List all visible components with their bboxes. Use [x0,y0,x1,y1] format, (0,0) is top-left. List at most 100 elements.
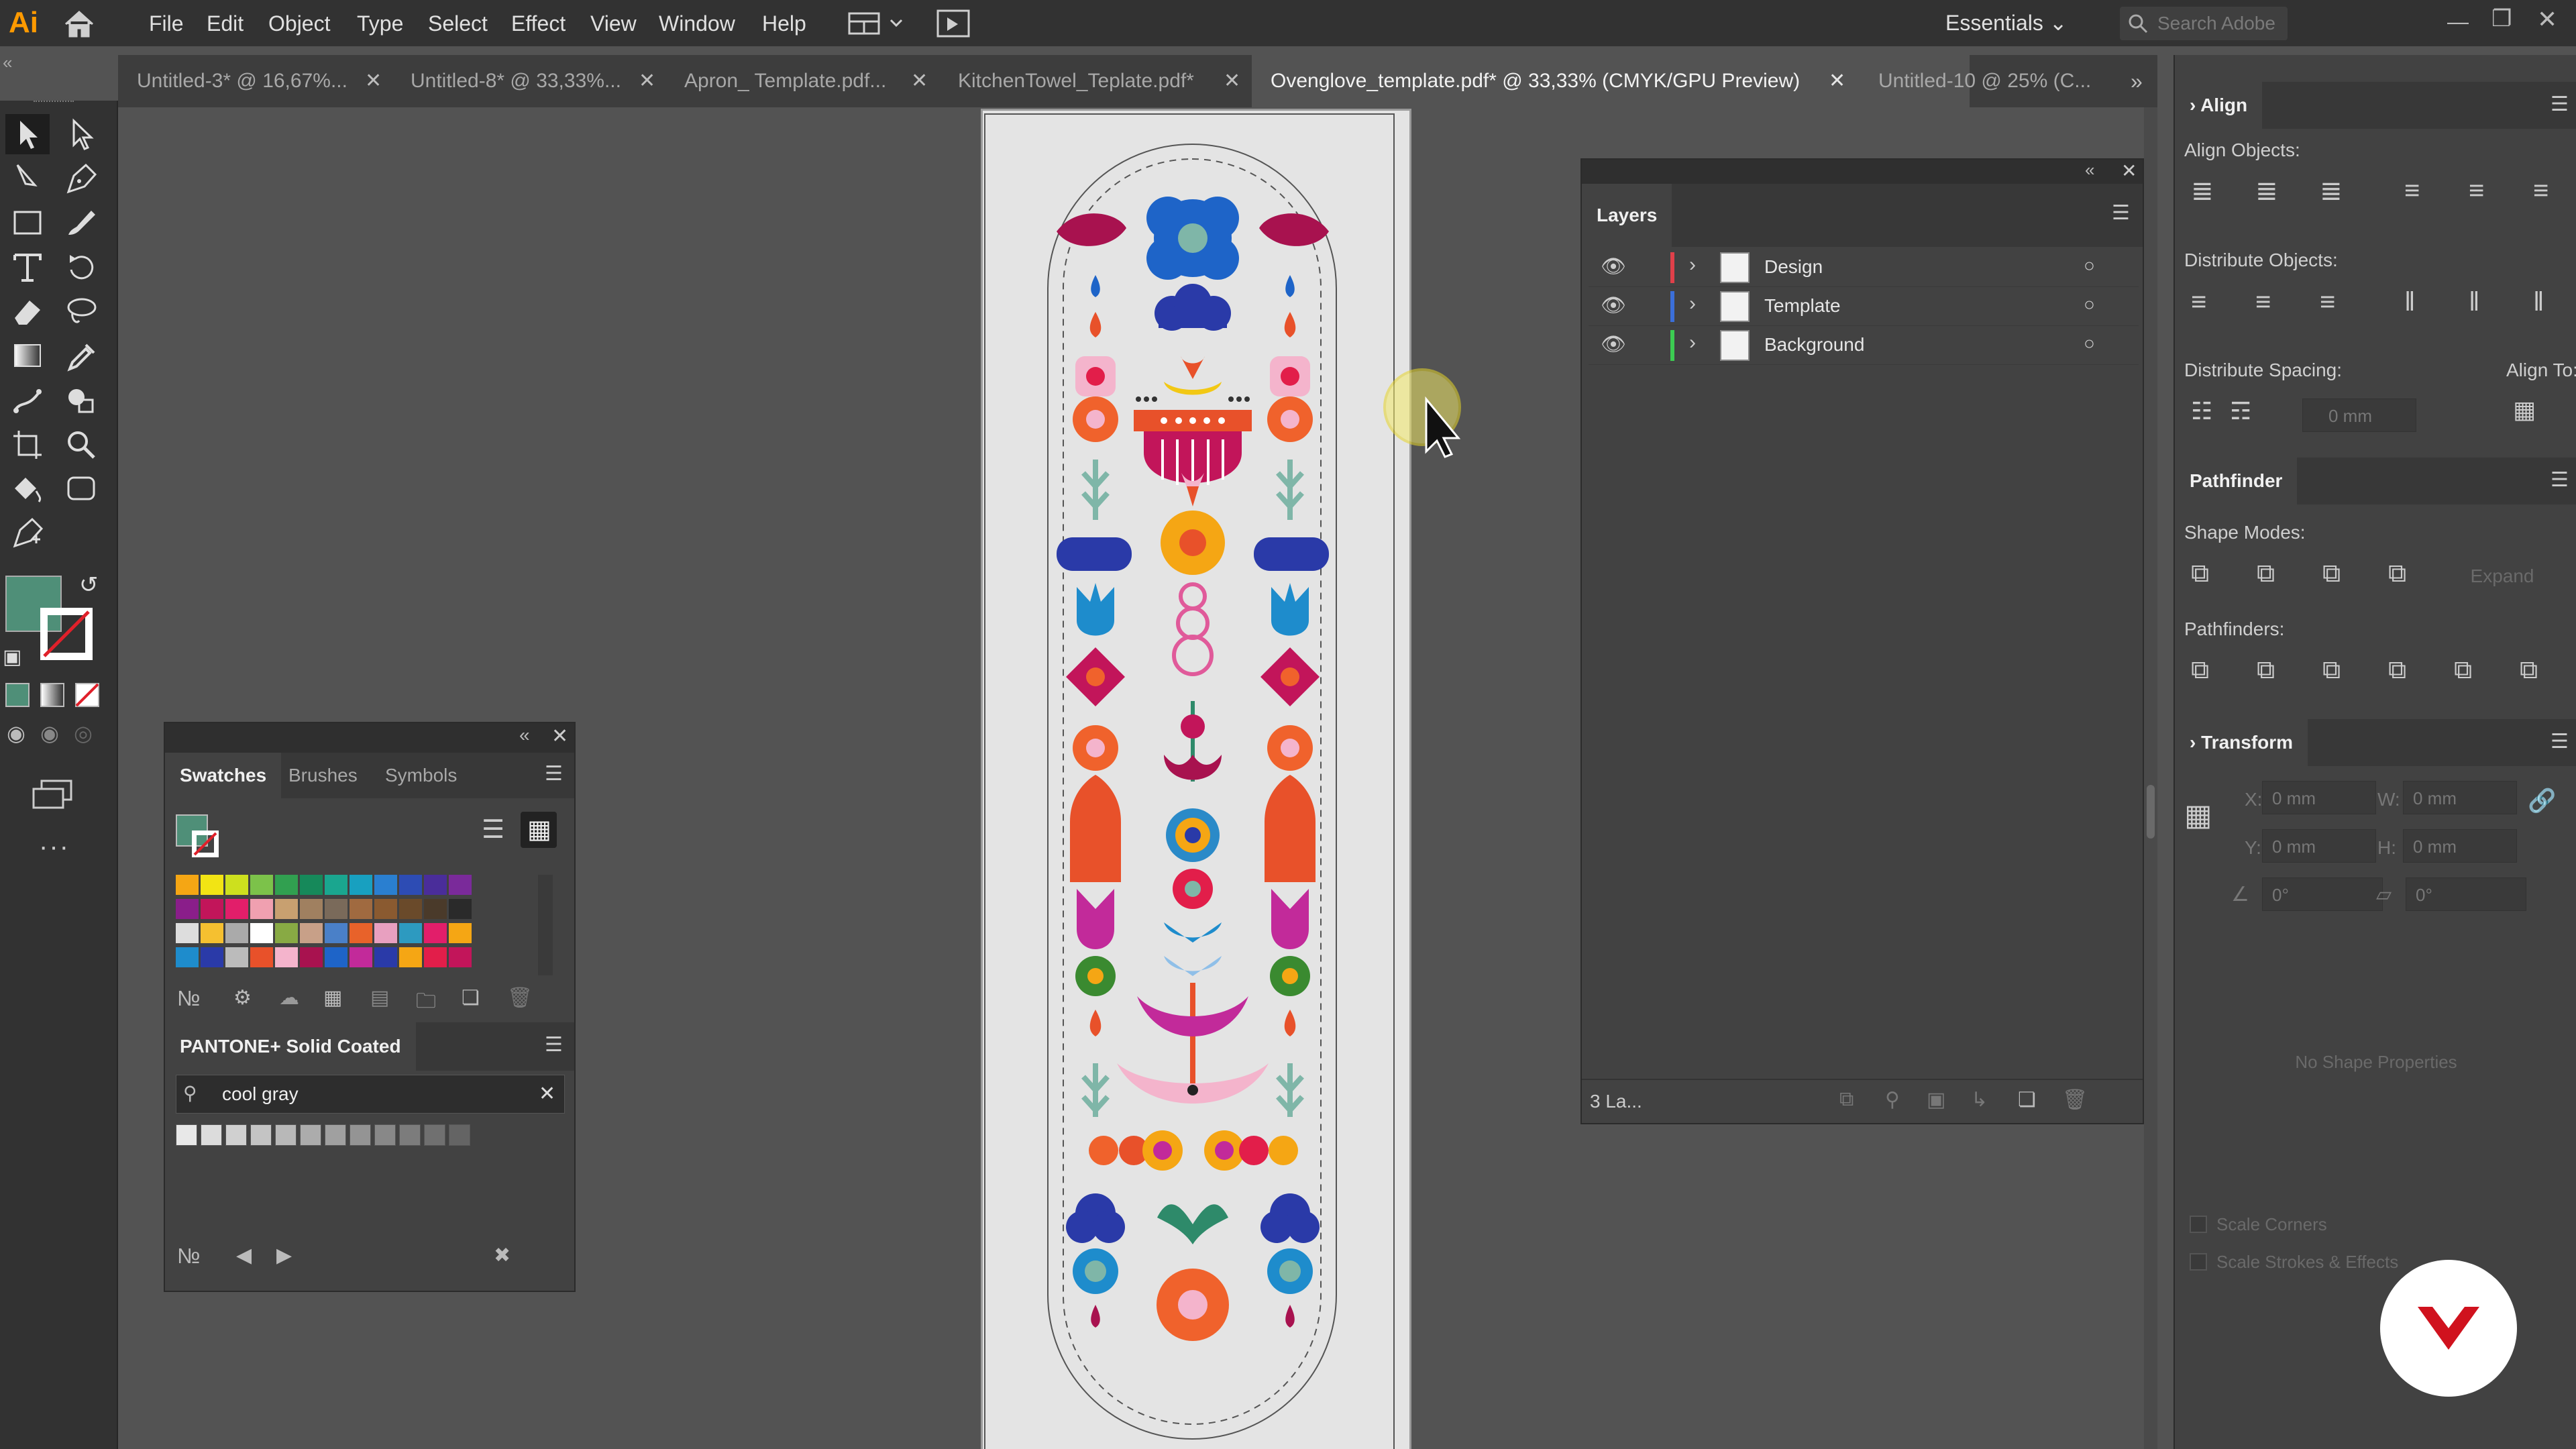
color-swatch[interactable] [374,947,397,967]
panel-menu-icon[interactable]: ☰ [545,762,563,786]
collapse-panel-icon[interactable]: « [2085,160,2094,180]
color-swatch[interactable] [176,899,199,919]
shear-field[interactable]: 0° [2406,877,2526,911]
none-mode-icon[interactable] [75,683,99,707]
color-swatch[interactable] [399,947,422,967]
puppet-warp-tool-icon[interactable] [5,380,50,420]
trim-icon[interactable]: ⧉ [2257,656,2275,685]
pantone-swatch[interactable] [300,1124,321,1146]
gpu-performance-icon[interactable] [935,8,971,39]
layer-name[interactable]: Design [1764,256,1823,278]
eyedropper-tool-icon[interactable] [59,335,103,376]
target-icon[interactable]: ○ [2084,255,2095,276]
align-to-selection-icon[interactable]: ▦ [2513,396,2536,424]
zoom-tool-icon[interactable] [59,424,103,464]
stroke-none-swatch[interactable] [40,608,93,660]
minimize-icon[interactable]: — [2447,9,2469,34]
color-swatch[interactable] [300,899,323,919]
scale-strokes-checkbox[interactable] [2190,1253,2207,1271]
align-vertical-center-icon[interactable]: ≡ [2469,176,2484,206]
tab-close-icon[interactable]: ✕ [1829,55,1845,107]
lasso-tool-icon[interactable] [59,291,103,331]
layer-row[interactable]: 👁 › Template ○ [1589,287,2139,326]
vertical-distribute-space-icon[interactable]: ☷ [2191,397,2212,425]
close-panel-icon[interactable]: ✕ [551,724,568,748]
library-options-icon[interactable]: ✖ [494,1244,511,1267]
pantone-swatch[interactable] [350,1124,371,1146]
pantone-swatch[interactable] [399,1124,421,1146]
new-layer-icon[interactable]: ❏ [2018,1088,2036,1112]
tab-close-icon[interactable]: ✕ [639,55,655,107]
color-swatch[interactable] [350,875,372,895]
color-swatch[interactable] [275,947,298,967]
spacing-field[interactable]: 0 mm [2302,398,2416,432]
list-view-icon[interactable]: ☰ [482,814,504,845]
panel-menu-icon[interactable]: ☰ [2551,730,2569,753]
target-icon[interactable]: ○ [2084,333,2095,354]
minus-front-icon[interactable]: ⧉ [2257,559,2275,588]
menu-edit[interactable]: Edit [207,9,244,38]
pantone-swatch[interactable] [325,1124,346,1146]
color-swatch[interactable] [250,947,273,967]
color-swatch[interactable] [201,875,223,895]
panel-menu-icon[interactable]: ☰ [2551,93,2569,116]
canvas-scrollbar[interactable] [2144,107,2157,1449]
align-right-icon[interactable]: ≣ [2320,176,2343,207]
new-folder-icon[interactable]: 🗀 [416,986,436,1020]
color-swatch[interactable] [424,899,447,919]
tab-untitled-8[interactable]: Untitled-8* @ 33,33%... [392,55,653,107]
swatch-scrollbar[interactable] [538,875,553,975]
edit-toolbar-icon[interactable]: ··· [39,832,70,862]
target-icon[interactable]: ○ [2084,294,2095,315]
color-swatch[interactable] [176,923,199,943]
color-swatch[interactable] [449,875,472,895]
toolbar-grip[interactable] [34,101,74,105]
divide-icon[interactable]: ⧉ [2191,656,2209,685]
menu-help[interactable]: Help [762,9,806,38]
current-stroke-swatch[interactable] [192,830,219,857]
color-swatch[interactable] [325,947,347,967]
tab-pantone[interactable]: PANTONE+ Solid Coated [165,1022,416,1071]
color-swatch[interactable] [225,875,248,895]
swatch-options-icon[interactable]: ▦ [323,986,342,1010]
align-top-icon[interactable]: ≡ [2404,176,2420,206]
pantone-swatch[interactable] [449,1124,470,1146]
swatch-libraries-icon[interactable]: № [177,986,200,1011]
change-screen-mode-icon[interactable] [31,778,75,812]
pantone-swatch[interactable] [424,1124,445,1146]
panel-menu-icon[interactable]: ☰ [545,1033,563,1057]
eraser-tool-icon[interactable] [5,291,50,331]
collect-export-icon[interactable]: ⧉ [1839,1088,1854,1111]
color-swatch[interactable] [325,899,347,919]
clear-search-icon[interactable]: ✕ [539,1082,555,1106]
color-swatch[interactable] [201,923,223,943]
color-swatch[interactable] [399,923,422,943]
outline-icon[interactable]: ⧉ [2454,656,2472,685]
x-field[interactable]: 0 mm [2262,781,2376,814]
visibility-eye-icon[interactable]: 👁 [1601,333,1626,356]
show-kinds-icon[interactable]: ⚙ [233,986,252,1010]
color-swatch[interactable] [449,923,472,943]
menu-object[interactable]: Object [268,9,330,38]
expand-button[interactable]: Expand [2443,559,2561,593]
scrollbar-thumb[interactable] [2147,785,2155,839]
minus-back-icon[interactable]: ⧉ [2520,656,2538,685]
rounded-rectangle-tool-icon[interactable] [59,468,103,508]
tab-layers[interactable]: Layers [1582,184,1672,247]
color-swatch[interactable] [325,875,347,895]
h-field[interactable]: 0 mm [2403,829,2517,863]
color-swatch[interactable] [176,875,199,895]
arrange-documents-icon[interactable] [847,9,914,38]
tab-align[interactable]: › Align [2175,82,2263,129]
menu-effect[interactable]: Effect [511,9,566,38]
color-swatch[interactable] [374,875,397,895]
previous-library-icon[interactable]: ◀ [236,1244,252,1267]
rotate-field[interactable]: 0° [2262,877,2383,911]
tab-close-icon[interactable]: ✕ [911,55,928,107]
intersect-icon[interactable]: ⧉ [2322,559,2341,588]
color-swatch[interactable] [399,875,422,895]
default-fill-stroke-icon[interactable]: ▣ [3,645,21,669]
tab-transform[interactable]: › Transform [2175,719,2308,766]
artboard-tool-icon[interactable] [5,424,50,464]
exclude-icon[interactable]: ⧉ [2388,559,2406,588]
